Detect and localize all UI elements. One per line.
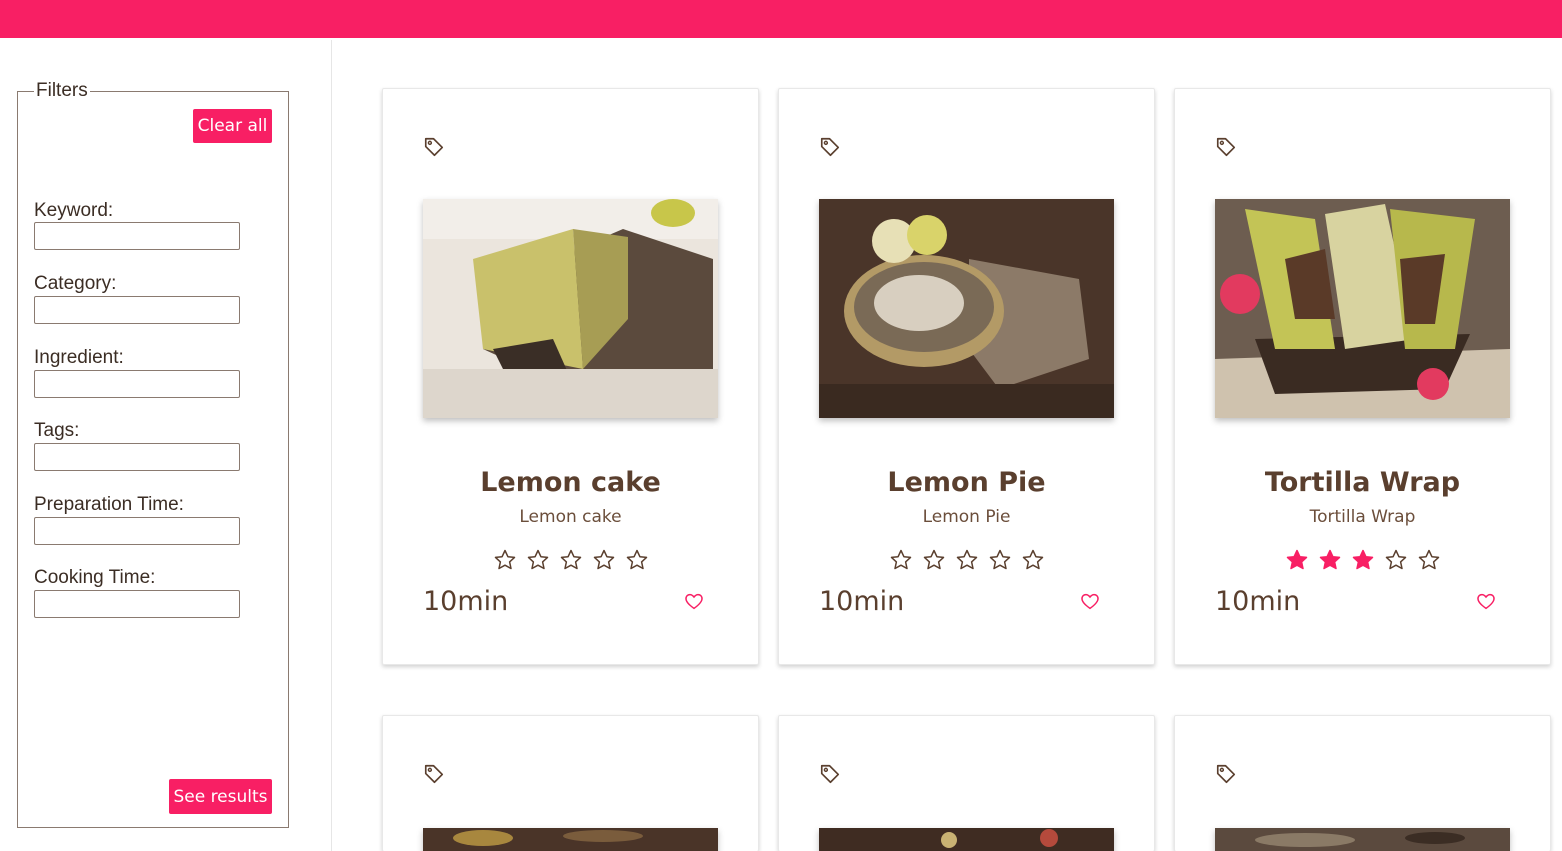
preparation-time-input[interactable] bbox=[34, 517, 240, 545]
star-filled-icon[interactable] bbox=[1351, 548, 1375, 572]
tag-icon[interactable] bbox=[1215, 136, 1237, 158]
star-outline-icon[interactable] bbox=[988, 548, 1012, 572]
recipe-title[interactable]: Tortilla Wrap bbox=[1175, 467, 1550, 498]
sidebar-divider bbox=[331, 40, 332, 851]
category-input[interactable] bbox=[34, 296, 240, 324]
star-outline-icon[interactable] bbox=[592, 548, 616, 572]
star-filled-icon[interactable] bbox=[1285, 548, 1309, 572]
recipe-photo[interactable] bbox=[819, 199, 1114, 418]
rating-stars[interactable] bbox=[1175, 548, 1550, 572]
recipe-time: 10min bbox=[423, 586, 509, 617]
star-filled-icon[interactable] bbox=[1318, 548, 1342, 572]
tags-input[interactable] bbox=[34, 443, 240, 471]
clear-all-button[interactable]: Clear all bbox=[193, 109, 272, 143]
recipe-photo[interactable] bbox=[1215, 828, 1510, 851]
tag-icon[interactable] bbox=[819, 763, 841, 785]
recipe-card[interactable]: Tortilla Wrap Tortilla Wrap 10min bbox=[1174, 88, 1551, 665]
recipe-photo[interactable] bbox=[423, 828, 718, 851]
recipe-time: 10min bbox=[1215, 586, 1301, 617]
recipe-title[interactable]: Lemon Pie bbox=[779, 467, 1154, 498]
category-label: Category: bbox=[34, 273, 117, 294]
star-outline-icon[interactable] bbox=[922, 548, 946, 572]
star-outline-icon[interactable] bbox=[889, 548, 913, 572]
cooking-time-label: Cooking Time: bbox=[34, 567, 156, 588]
star-outline-icon[interactable] bbox=[1021, 548, 1045, 572]
heart-icon[interactable] bbox=[1079, 590, 1101, 612]
tags-label: Tags: bbox=[34, 420, 80, 441]
recipe-card[interactable] bbox=[778, 715, 1155, 851]
star-outline-icon[interactable] bbox=[559, 548, 583, 572]
recipe-card[interactable]: Lemon cake Lemon cake 10min bbox=[382, 88, 759, 665]
recipe-photo[interactable] bbox=[819, 828, 1114, 851]
star-outline-icon[interactable] bbox=[625, 548, 649, 572]
keyword-input[interactable] bbox=[34, 222, 240, 250]
star-outline-icon[interactable] bbox=[493, 548, 517, 572]
recipe-subtitle: Lemon Pie bbox=[922, 507, 1011, 527]
keyword-label: Keyword: bbox=[34, 200, 114, 221]
star-outline-icon[interactable] bbox=[1417, 548, 1441, 572]
recipe-card[interactable] bbox=[382, 715, 759, 851]
heart-icon[interactable] bbox=[1475, 590, 1497, 612]
recipe-time: 10min bbox=[819, 586, 905, 617]
recipe-photo[interactable] bbox=[1215, 199, 1510, 418]
tag-icon[interactable] bbox=[423, 763, 445, 785]
recipe-subtitle: Tortilla Wrap bbox=[1309, 507, 1416, 527]
recipe-title[interactable]: Lemon cake bbox=[383, 467, 758, 498]
heart-icon[interactable] bbox=[683, 590, 705, 612]
preparation-time-label: Preparation Time: bbox=[34, 494, 184, 515]
rating-stars[interactable] bbox=[383, 548, 758, 572]
recipe-card[interactable] bbox=[1174, 715, 1551, 851]
recipe-card[interactable]: Lemon Pie Lemon Pie 10min bbox=[778, 88, 1155, 665]
recipe-subtitle: Lemon cake bbox=[519, 507, 622, 527]
star-outline-icon[interactable] bbox=[1384, 548, 1408, 572]
ingredient-label: Ingredient: bbox=[34, 347, 124, 368]
tag-icon[interactable] bbox=[819, 136, 841, 158]
cooking-time-input[interactable] bbox=[34, 590, 240, 618]
see-results-button[interactable]: See results bbox=[169, 779, 272, 814]
star-outline-icon[interactable] bbox=[955, 548, 979, 572]
filters-legend: Filters bbox=[36, 80, 88, 101]
recipe-photo[interactable] bbox=[423, 199, 718, 418]
top-app-bar bbox=[0, 0, 1562, 38]
ingredient-input[interactable] bbox=[34, 370, 240, 398]
tag-icon[interactable] bbox=[1215, 763, 1237, 785]
rating-stars[interactable] bbox=[779, 548, 1154, 572]
tag-icon[interactable] bbox=[423, 136, 445, 158]
star-outline-icon[interactable] bbox=[526, 548, 550, 572]
